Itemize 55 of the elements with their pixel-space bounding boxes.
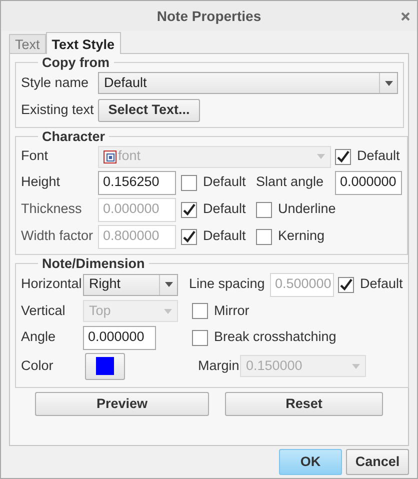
group-title: Note/Dimension <box>41 256 146 271</box>
field-label: Height <box>21 173 62 192</box>
checkbox[interactable] <box>181 174 197 190</box>
checkbox-label: Default <box>203 227 246 246</box>
field-label: Slant angle <box>256 173 325 192</box>
dropdown-arrow-icon <box>164 308 172 314</box>
checkbox[interactable] <box>256 228 272 244</box>
close-icon[interactable] <box>401 12 410 21</box>
checkbox[interactable] <box>192 330 208 346</box>
dropdown[interactable]: Default <box>98 72 398 94</box>
tab[interactable]: Text Style <box>46 32 121 54</box>
checkbox-label: Kerning <box>278 227 325 246</box>
checkbox-label: Default <box>357 147 400 166</box>
field-label: Horizontal <box>21 275 83 294</box>
select-text-button[interactable]: Select Text... <box>98 98 200 122</box>
tab[interactable]: Text <box>9 34 46 53</box>
number-field[interactable]: 0.000000 <box>335 170 402 194</box>
group-title: Character <box>41 129 106 144</box>
dropdown[interactable]: Right <box>83 274 178 296</box>
dropdown-arrow-icon <box>317 154 325 159</box>
checkmark-icon <box>182 202 196 216</box>
dropdown-arrow-icon <box>384 80 392 86</box>
checkbox-label: Default <box>203 200 246 218</box>
number-field[interactable]: 0.000000 <box>83 326 156 350</box>
dropdown-arrow-icon <box>352 364 360 368</box>
field-label: Margin <box>198 356 240 375</box>
preview-button[interactable]: Preview <box>35 392 209 416</box>
checkbox-label: Default <box>203 173 246 192</box>
checkbox[interactable] <box>256 202 272 218</box>
reset-button[interactable]: Reset <box>225 392 383 416</box>
field-label: Line spacing <box>189 275 266 294</box>
field-label: Vertical <box>21 302 66 320</box>
checkmark-icon <box>336 150 350 164</box>
checkbox-label: Underline <box>278 200 336 218</box>
number-field[interactable]: 0.156250 <box>98 170 176 194</box>
field-label: Angle <box>21 328 57 346</box>
checkbox[interactable] <box>192 303 208 319</box>
color-button[interactable] <box>85 352 125 380</box>
field-label: Font <box>21 147 50 166</box>
window-title: Note Properties <box>156 6 262 26</box>
field-label: Width factor <box>21 227 94 246</box>
field-label: Thickness <box>21 200 83 218</box>
field-label: Style name <box>21 74 90 92</box>
dialog-button[interactable]: OK <box>279 449 342 475</box>
dialog-button[interactable]: Cancel <box>346 449 409 475</box>
field-label: Color <box>21 356 54 375</box>
field-label: Existing text <box>21 100 95 119</box>
dropdown-arrow-icon <box>164 282 172 287</box>
checkbox-label: Break crosshatching <box>214 328 336 346</box>
checkbox-label: Mirror <box>214 302 250 320</box>
group-title: Copy from <box>41 55 110 70</box>
checkmark-icon <box>182 230 196 244</box>
font-icon <box>103 150 117 164</box>
checkbox-label: Default <box>360 275 403 294</box>
checkmark-icon <box>339 278 353 292</box>
